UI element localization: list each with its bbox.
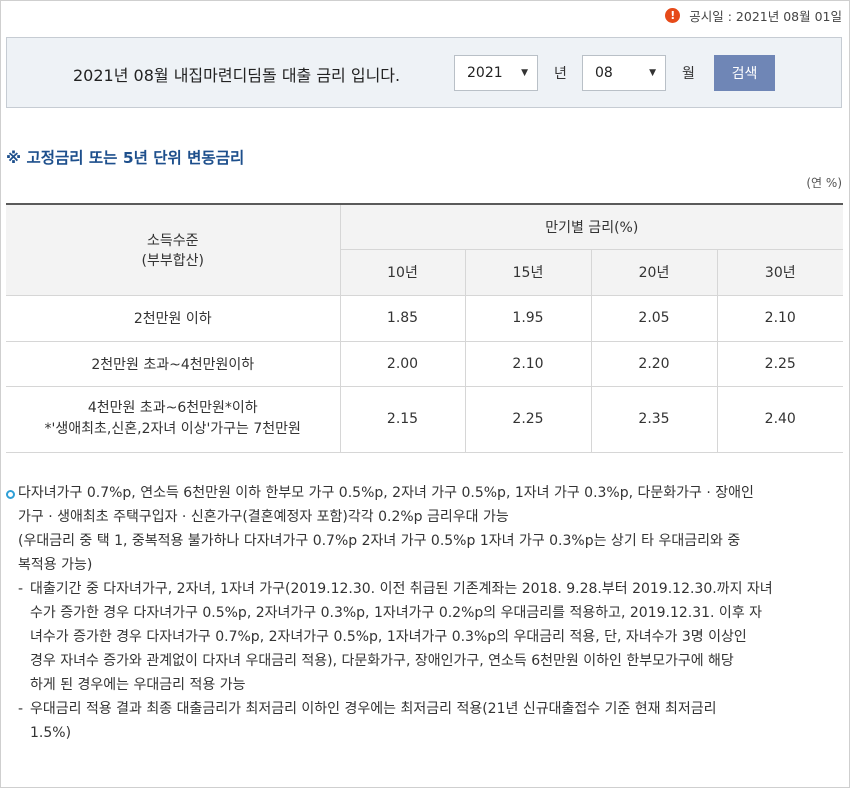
- section-title: ※ 고정금리 또는 5년 단위 변동금리: [6, 149, 245, 167]
- rate-cell: 2.10: [464, 341, 591, 387]
- dash-marker: -: [18, 701, 24, 717]
- income-label: 4천만원 초과~6천만원*이하 *'생애최초,신혼,2자녀 이상'가구는 7천만…: [6, 386, 340, 453]
- note-line: 대출기간 중 다자녀가구, 2자녀, 1자녀 가구(2019.12.30. 이전…: [30, 581, 773, 597]
- table-row: 2천만원 이하 1.85 1.95 2.05 2.10: [6, 295, 844, 342]
- dash-marker: -: [18, 581, 24, 597]
- note-line: 1.5%): [30, 725, 72, 741]
- rate-cell: 2.25: [464, 386, 591, 453]
- income-label-line2: *'생애최초,신혼,2자녀 이상'가구는 7천만원: [44, 421, 301, 437]
- year-unit: 년: [554, 66, 567, 82]
- year-select[interactable]: 2021 ▼: [454, 55, 538, 91]
- rate-cell: 1.85: [339, 295, 465, 342]
- notes: 다자녀가구 0.7%p, 연소득 6천만원 이하 한부모 가구 0.5%p, 2…: [6, 481, 844, 745]
- table-row: 2천만원 초과~4천만원이하 2.00 2.10 2.20 2.25: [6, 341, 844, 387]
- income-header-line1: 소득수준: [146, 232, 199, 249]
- unit-note: (연 %): [806, 176, 842, 190]
- term-header: 만기별 금리(%): [339, 203, 844, 250]
- rate-cell: 2.25: [716, 341, 844, 387]
- preferential-rate-note: 다자녀가구 0.7%p, 연소득 6천만원 이하 한부모 가구 0.5%p, 2…: [6, 481, 844, 577]
- search-title: 2021년 08월 내집마련디딤돌 대출 금리 입니다.: [73, 66, 401, 85]
- income-label: 2천만원 초과~4천만원이하: [6, 341, 340, 387]
- rate-cell: 2.05: [590, 295, 717, 342]
- rate-cell: 2.40: [716, 386, 844, 453]
- rate-cell: 2.15: [339, 386, 465, 453]
- note-line: 하게 된 경우에는 우대금리 적용 가능: [30, 677, 246, 693]
- chevron-down-icon: ▼: [521, 68, 528, 78]
- table-row: 4천만원 초과~6천만원*이하 *'생애최초,신혼,2자녀 이상'가구는 7천만…: [6, 386, 844, 453]
- dash-item-minimum-rate: - 우대금리 적용 결과 최종 대출금리가 최저금리 이하인 경우에는 최저금리…: [6, 697, 844, 745]
- rate-table: 소득수준 (부부합산) 만기별 금리(%) 10년 15년 20년 30년 2천…: [6, 203, 844, 453]
- rate-cell: 1.95: [464, 295, 591, 342]
- term-15y: 15년: [464, 249, 591, 296]
- note-line: 경우 자녀수 증가와 관계없이 다자녀 우대금리 적용), 다문화가구, 장애인…: [30, 653, 734, 669]
- term-20y: 20년: [590, 249, 717, 296]
- bullet-circle-icon: [6, 490, 15, 499]
- announce-text: 공시일 : 2021년 08월 01일: [689, 8, 842, 24]
- announce-date: ! 공시일 : 2021년 08월 01일: [665, 6, 842, 24]
- note-line: 다자녀가구 0.7%p, 연소득 6천만원 이하 한부모 가구 0.5%p, 2…: [18, 485, 754, 501]
- search-bar: 2021년 08월 내집마련디딤돌 대출 금리 입니다. 2021 ▼ 년 08…: [6, 37, 842, 108]
- year-select-value: 2021: [467, 65, 503, 81]
- rate-cell: 2.35: [590, 386, 717, 453]
- chevron-down-icon: ▼: [649, 68, 656, 78]
- month-unit: 월: [682, 66, 695, 82]
- note-line: 수가 증가한 경우 다자녀가구 0.5%p, 2자녀가구 0.3%p, 1자녀가…: [30, 605, 763, 621]
- income-label-line1: 4천만원 초과~6천만원*이하: [87, 400, 258, 416]
- income-header: 소득수준 (부부합산): [6, 203, 340, 296]
- search-button[interactable]: 검색: [714, 55, 775, 91]
- income-header-line2: (부부합산): [141, 252, 204, 269]
- dash-item-child-increase: - 대출기간 중 다자녀가구, 2자녀, 1자녀 가구(2019.12.30. …: [6, 577, 844, 697]
- month-select-value: 08: [595, 65, 613, 81]
- exclamation-icon: !: [665, 7, 681, 23]
- note-line: 복적용 가능): [18, 557, 93, 573]
- note-line: 녀수가 증가한 경우 다자녀가구 0.7%p, 2자녀가구 0.5%p, 1자녀…: [30, 629, 747, 645]
- rate-cell: 2.10: [716, 295, 844, 342]
- month-select[interactable]: 08 ▼: [582, 55, 666, 91]
- term-10y: 10년: [339, 249, 465, 296]
- rate-cell: 2.00: [339, 341, 465, 387]
- note-line: 우대금리 적용 결과 최종 대출금리가 최저금리 이하인 경우에는 최저금리 적…: [30, 701, 717, 717]
- income-label: 2천만원 이하: [6, 295, 340, 342]
- term-30y: 30년: [716, 249, 844, 296]
- note-line: (우대금리 중 택 1, 중복적용 불가하나 다자녀가구 0.7%p 2자녀 가…: [18, 533, 741, 549]
- note-line: 가구 · 생애최초 주택구입자 · 신혼가구(결혼예정자 포함)각각 0.2%p…: [18, 509, 509, 525]
- rate-cell: 2.20: [590, 341, 717, 387]
